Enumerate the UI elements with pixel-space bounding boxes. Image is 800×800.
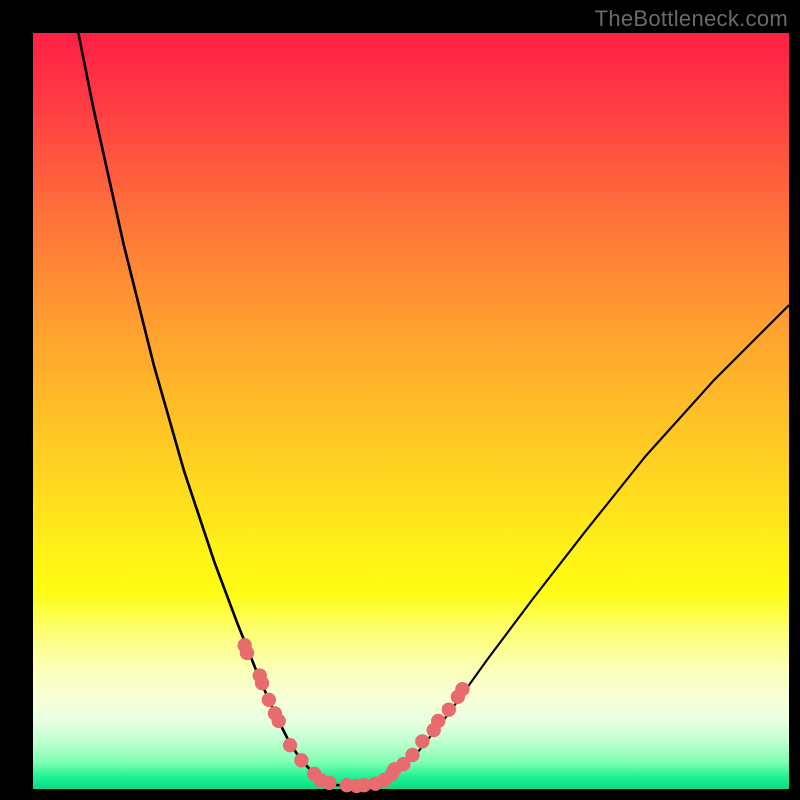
data-marker	[294, 753, 308, 767]
curve-right	[381, 305, 789, 784]
chart-frame: TheBottleneck.com	[0, 0, 800, 800]
data-marker	[415, 734, 429, 748]
curve-left	[78, 33, 327, 784]
data-marker	[283, 738, 297, 752]
data-marker	[442, 702, 456, 716]
markers-group	[237, 638, 469, 793]
curve-right-group	[381, 305, 789, 784]
data-marker	[455, 682, 469, 696]
chart-svg	[33, 33, 789, 789]
data-marker	[262, 693, 276, 707]
data-marker	[272, 714, 286, 728]
data-marker	[405, 748, 419, 762]
curve-left-group	[78, 33, 327, 784]
data-marker	[255, 676, 269, 690]
data-marker	[322, 776, 336, 790]
data-marker	[240, 646, 254, 660]
data-marker	[431, 714, 445, 728]
plot-area	[33, 33, 789, 789]
watermark-text: TheBottleneck.com	[595, 6, 788, 32]
